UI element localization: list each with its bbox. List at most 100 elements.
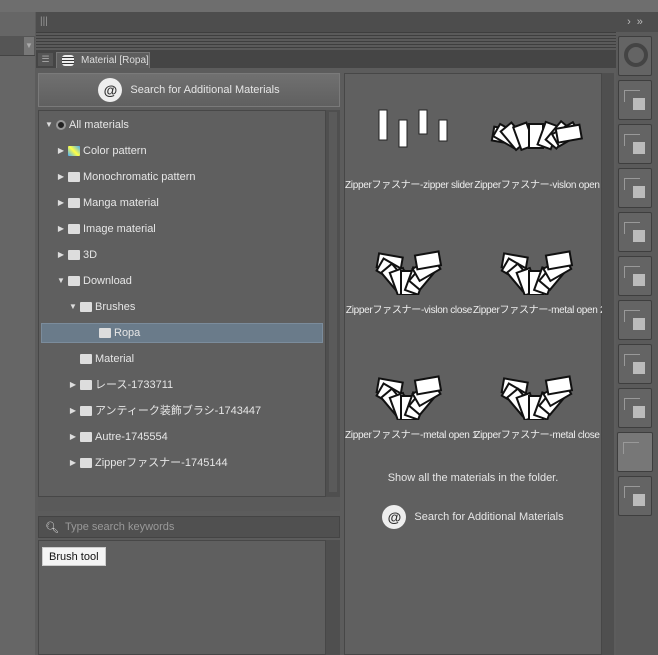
color-pattern-icon <box>68 146 80 156</box>
folder-icon <box>80 380 92 390</box>
expand-closed-icon[interactable]: ▶ <box>57 219 65 239</box>
tree-item[interactable]: ▶ Color pattern <box>57 141 147 161</box>
mono-pattern-folder-button[interactable] <box>618 168 652 208</box>
expand-closed-icon[interactable]: ▶ <box>57 141 65 161</box>
material-grid: Zipperファスナー-zipper slider Zipperファスナー-vis… <box>344 73 606 655</box>
panel-menu-button[interactable]: ☰ <box>38 53 53 66</box>
tree-item[interactable]: ▶ Zipperファスナー-1745144 <box>69 453 228 473</box>
material-thumbnail[interactable]: Zipperファスナー-zipper slider <box>345 90 473 191</box>
open-folder-button[interactable] <box>617 432 653 472</box>
material-label: Zipperファスナー-vislon close <box>345 305 473 316</box>
material-thumbnail[interactable]: Zipperファスナー-vislon open <box>473 90 601 191</box>
expand-closed-icon[interactable]: ▶ <box>69 427 77 447</box>
expand-closed-icon[interactable]: ▶ <box>57 193 65 213</box>
collapse-dock-button[interactable]: ›» <box>618 12 658 32</box>
tree-item-label: Autre-1745554 <box>95 431 168 443</box>
search-materials-icon <box>624 43 648 67</box>
tree-item[interactable]: ▶ Image material <box>57 219 156 239</box>
expand-closed-icon[interactable]: ▶ <box>57 245 65 265</box>
tree-item[interactable]: ▼ All materials <box>45 115 129 135</box>
dock-grip[interactable]: ||| <box>36 12 618 32</box>
tree-item[interactable]: ▼ Brushes <box>69 297 135 317</box>
tree-item[interactable]: ▶ アンティーク装飾ブラシ-1743447 <box>69 401 261 421</box>
all-materials-icon <box>56 120 66 130</box>
tree-item-label: Manga material <box>83 197 159 209</box>
zipper-preview-image <box>375 250 443 295</box>
tree-item-label: 3D <box>83 249 98 261</box>
search-icon: 🔍︎ <box>45 521 59 534</box>
tree-item[interactable]: Ropa <box>41 323 323 343</box>
material-thumbnail[interactable]: Zipperファスナー-metal open 1 <box>345 340 478 441</box>
material-tree[interactable]: ▼ All materials ▶ Color pattern ▶ Monochromat… <box>38 110 326 497</box>
material-label: Zipperファスナー-vislon open <box>474 180 600 191</box>
tab-material[interactable]: Material [Ropa] <box>56 52 150 68</box>
download-icon <box>68 276 80 286</box>
zipper-preview-image <box>500 375 574 420</box>
search-additional-materials-button[interactable]: @ Search for Additional Materials <box>38 73 340 107</box>
tree-item-label: Material <box>95 353 135 365</box>
manga-material-icon <box>68 198 80 208</box>
manga-folder-button[interactable] <box>618 256 652 296</box>
splitter[interactable] <box>38 497 340 511</box>
download-folder-button[interactable] <box>618 80 652 120</box>
left-dropdown[interactable]: ▼ <box>0 36 35 56</box>
search-additional-materials-link[interactable]: @ Search for Additional Materials <box>344 505 602 529</box>
texture-folder-button[interactable] <box>618 212 652 252</box>
show-all-link[interactable]: Show all the materials in the folder. <box>344 472 602 484</box>
material-label: Zipperファスナー-metal open 1 <box>345 430 478 441</box>
tag-brush-tool[interactable]: Brush tool <box>42 547 106 566</box>
expand-closed-icon[interactable]: ▶ <box>57 167 65 187</box>
zipper-preview-image <box>378 109 448 148</box>
folder-icon <box>80 432 92 442</box>
tree-item[interactable]: ▶ 3D <box>57 245 97 265</box>
material-label: Zipperファスナー-metal close <box>474 430 600 441</box>
zipper-preview-image <box>490 119 583 152</box>
tree-item-label: Monochromatic pattern <box>83 171 196 183</box>
expand-closed-icon[interactable]: ▶ <box>69 375 77 395</box>
tree-item-label: レース-1733711 <box>95 379 174 391</box>
pose-folder-button[interactable] <box>618 476 652 516</box>
tree-item[interactable]: ▶ レース-1733711 <box>69 375 173 395</box>
image-folder-button[interactable] <box>618 124 652 164</box>
tree-item-label: Download <box>83 275 132 287</box>
chevron-down-icon[interactable]: ▼ <box>24 37 34 55</box>
effect-folder-button[interactable] <box>618 300 652 340</box>
3d-folder-button[interactable] <box>618 344 652 384</box>
tree-item-label: Zipperファスナー-1745144 <box>95 457 228 469</box>
tree-item-label: Image material <box>83 223 156 235</box>
3d-icon <box>68 250 80 260</box>
tree-item-label: アンティーク装飾ブラシ-1743447 <box>95 405 262 417</box>
material-thumbnail[interactable]: Zipperファスナー-metal open 2 <box>473 215 606 316</box>
zipper-preview-image <box>500 250 574 295</box>
search-input[interactable] <box>64 521 325 533</box>
expand-closed-icon[interactable]: ▶ <box>69 401 77 421</box>
search-materials-button[interactable] <box>618 36 652 76</box>
tree-item[interactable]: Material <box>69 349 134 369</box>
expand-open-icon[interactable]: ▼ <box>57 271 65 291</box>
folder-icon <box>99 328 111 338</box>
panel-grip[interactable] <box>36 32 618 50</box>
expand-open-icon[interactable]: ▼ <box>45 115 53 135</box>
top-bar <box>0 0 658 12</box>
assets-logo-icon: @ <box>382 505 407 529</box>
tree-item-label: All materials <box>69 119 129 131</box>
material-label: Zipperファスナー-zipper slider <box>345 180 474 191</box>
expand-open-icon[interactable]: ▼ <box>69 297 77 317</box>
frame-folder-button[interactable] <box>618 388 652 428</box>
folder-icon <box>80 406 92 416</box>
tree-item[interactable]: ▶ Manga material <box>57 193 159 213</box>
tree-item[interactable]: ▶ Autre-1745554 <box>69 427 168 447</box>
grid-scrollbar[interactable] <box>602 73 614 655</box>
tree-item[interactable]: ▶ Monochromatic pattern <box>57 167 196 187</box>
search-field[interactable]: 🔍︎ <box>38 516 340 538</box>
material-stack-icon <box>62 55 74 66</box>
tree-scrollbar[interactable] <box>326 110 340 497</box>
folder-open-icon <box>80 302 92 312</box>
material-thumbnail[interactable]: Zipperファスナー-metal close <box>473 340 601 441</box>
image-material-icon <box>68 224 80 234</box>
expand-closed-icon[interactable]: ▶ <box>69 453 77 473</box>
tree-item-label: Ropa <box>114 327 141 339</box>
tree-item[interactable]: ▼ Download <box>57 271 132 291</box>
material-thumbnail[interactable]: Zipperファスナー-vislon close <box>345 215 473 316</box>
tag-scrollbar[interactable] <box>326 540 340 655</box>
